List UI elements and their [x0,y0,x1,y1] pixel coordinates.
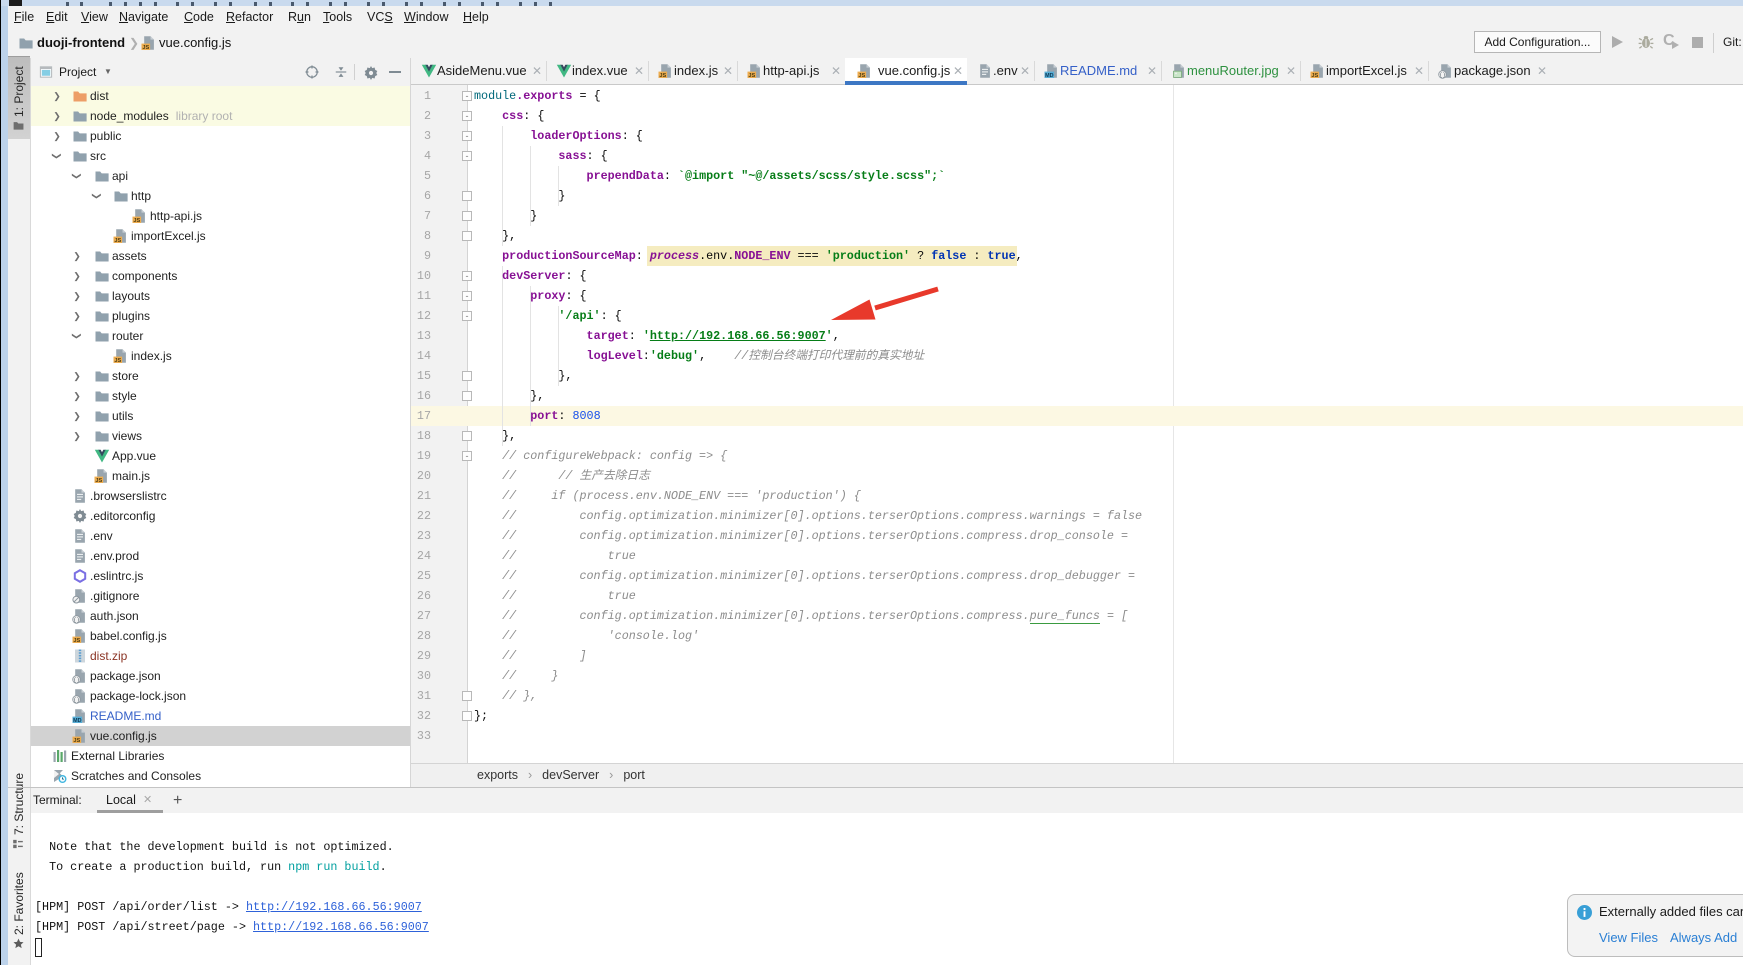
svg-text:JS: JS [659,73,666,79]
svg-text:JS: JS [73,738,80,744]
svg-text:JS: JS [142,45,149,51]
svg-text:MD: MD [1045,73,1053,79]
svg-text:JS: JS [1311,73,1318,79]
svg-text:JS: JS [133,218,140,224]
svg-text:{}: {} [73,677,80,684]
svg-text:JS: JS [748,73,755,79]
svg-text:JS: JS [95,478,102,484]
svg-text:JS: JS [114,238,121,244]
svg-text:JS: JS [858,73,865,79]
svg-text:{}: {} [73,617,80,624]
svg-text:MD: MD [73,718,81,724]
svg-text:{}: {} [73,697,80,704]
svg-text:JS: JS [73,638,80,644]
svg-text:JS: JS [114,358,121,364]
svg-text:{}: {} [1439,72,1446,79]
